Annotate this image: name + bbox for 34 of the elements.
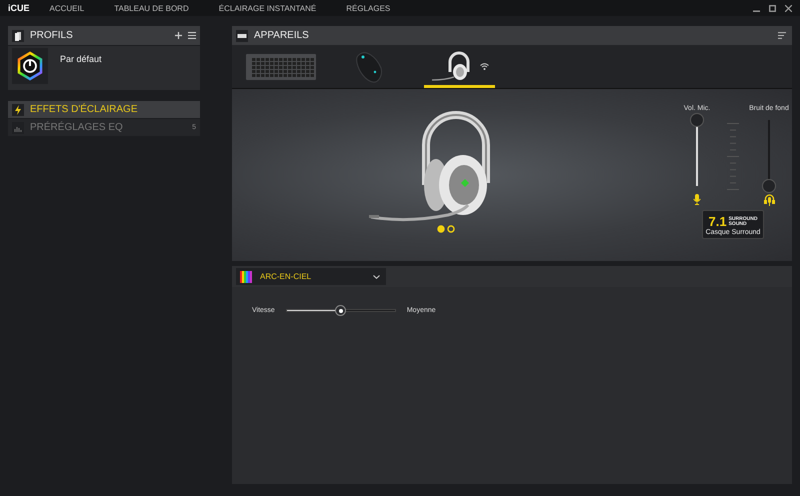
nav-tab[interactable]: RÉGLAGES <box>346 4 390 12</box>
slider-thumb[interactable] <box>335 305 346 316</box>
effect-dropdown[interactable]: ARC-EN-CIEL <box>236 268 386 285</box>
sidebar-item[interactable]: EFFETS D'ÉCLAIRAGE <box>8 101 200 118</box>
keyboard-icon <box>236 30 248 42</box>
panel-title: APPAREILS <box>254 30 310 41</box>
keyboard-icon <box>246 54 316 80</box>
zone-dot[interactable] <box>437 225 445 233</box>
microphone-icon <box>693 194 701 205</box>
headset-icon <box>764 194 774 206</box>
slider-thumb[interactable] <box>690 113 704 127</box>
wifi-icon <box>480 63 489 70</box>
menu-icon[interactable] <box>778 32 786 39</box>
nav-tab[interactable]: ÉCLAIRAGE INSTANTANÉ <box>218 4 316 12</box>
surround-number: 7.1 <box>708 214 727 229</box>
close-icon[interactable] <box>785 4 792 12</box>
panel-title: PROFILS <box>30 30 74 41</box>
scale-ticks-drawing <box>727 123 739 193</box>
nav-tab[interactable]: TABLEAU DE BORD <box>114 4 189 12</box>
plus-icon[interactable] <box>175 32 182 39</box>
nav-tab[interactable]: ACCUEIL <box>50 4 84 12</box>
menu-icon[interactable] <box>188 32 196 39</box>
bars-icon <box>12 122 24 134</box>
chevron-down-icon <box>373 274 380 278</box>
lightning-icon <box>12 104 24 116</box>
app-logo: iCUE <box>8 3 30 13</box>
profile-name: Par défaut <box>60 54 102 66</box>
rainbow-swatch-icon <box>240 270 252 282</box>
mouse-icon <box>354 50 384 84</box>
slider-thumb[interactable] <box>762 179 776 193</box>
maximize-icon[interactable] <box>769 4 776 12</box>
pages-icon <box>12 30 24 42</box>
profile-item[interactable]: Par défaut <box>8 46 200 90</box>
zone-dot[interactable] <box>447 225 455 233</box>
